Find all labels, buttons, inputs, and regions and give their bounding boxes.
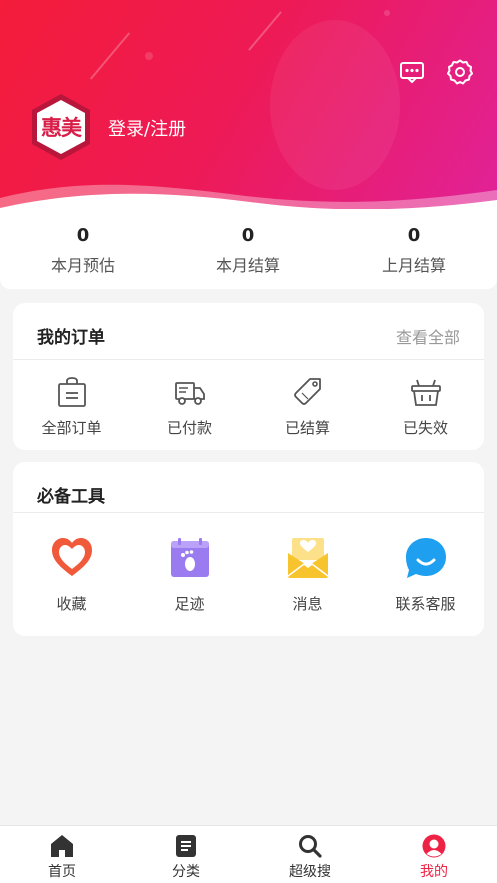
tool-label: 收藏 — [56, 595, 87, 613]
earnings-summary: 0 本月预估 0 本月结算 0 上月结算 — [0, 209, 497, 289]
header-decoration — [384, 10, 390, 16]
tab-home[interactable]: 首页 — [0, 834, 124, 881]
header-decoration — [248, 11, 282, 51]
tool-messages[interactable]: 消息 — [249, 536, 366, 614]
tab-label: 分类 — [172, 864, 200, 880]
envelope-icon — [287, 538, 328, 578]
chat-bubble-icon — [405, 538, 446, 578]
order-settled[interactable]: 已结算 — [249, 375, 366, 438]
basket-icon — [410, 379, 441, 406]
order-item-label: 全部订单 — [41, 419, 102, 437]
header-decoration — [89, 32, 131, 80]
view-all-orders-link[interactable]: 查看全部 — [396, 324, 460, 348]
stat-label: 本月结算 — [215, 256, 280, 275]
home-icon — [51, 835, 73, 857]
delivery-truck-icon — [174, 382, 205, 405]
tab-super-search[interactable]: 超级搜 — [248, 834, 372, 881]
list-icon — [176, 835, 196, 857]
essential-tools-card: 必备工具 收藏 足迹 消息 联系客服 — [13, 462, 484, 636]
tab-label: 我的 — [420, 864, 448, 880]
tab-label: 首页 — [48, 864, 76, 880]
tool-label: 消息 — [292, 595, 323, 613]
tool-favorites[interactable]: 收藏 — [13, 536, 130, 614]
stat-this-month-estimate[interactable]: 0 本月预估 — [0, 225, 166, 276]
profile-icon — [422, 834, 446, 858]
stat-value: 0 — [76, 225, 90, 246]
tool-customer-service[interactable]: 联系客服 — [367, 536, 484, 614]
tools-title: 必备工具 — [37, 487, 105, 507]
price-tag-icon — [293, 378, 321, 405]
orders-title: 我的订单 — [37, 328, 105, 348]
logo-text: 惠美 — [41, 116, 82, 140]
stat-this-month-settled[interactable]: 0 本月结算 — [165, 225, 331, 276]
tool-label: 足迹 — [174, 595, 205, 613]
gear-icon[interactable] — [446, 58, 474, 86]
tab-mine[interactable]: 我的 — [372, 834, 496, 881]
stat-value: 0 — [407, 225, 421, 246]
login-register-link[interactable]: 登录/注册 — [108, 115, 186, 141]
footprint-icon — [170, 538, 209, 577]
order-item-label: 已付款 — [166, 419, 212, 437]
stat-label: 上月结算 — [381, 256, 446, 275]
header-decoration — [145, 52, 153, 60]
header-decoration — [270, 20, 400, 190]
stat-last-month-settled[interactable]: 0 上月结算 — [331, 225, 497, 276]
order-paid[interactable]: 已付款 — [131, 375, 248, 438]
order-invalid[interactable]: 已失效 — [367, 375, 484, 438]
tool-footprints[interactable]: 足迹 — [131, 536, 248, 614]
order-item-label: 已失效 — [402, 419, 448, 437]
message-icon[interactable] — [398, 58, 426, 86]
stat-value: 0 — [241, 225, 255, 246]
search-icon — [299, 835, 322, 858]
shopping-bag-icon — [57, 377, 86, 407]
order-all[interactable]: 全部订单 — [13, 375, 130, 438]
my-orders-card: 我的订单 查看全部 全部订单 已付款 已结算 已失效 — [13, 303, 484, 450]
tab-category[interactable]: 分类 — [124, 834, 248, 881]
stat-label: 本月预估 — [50, 256, 115, 275]
heart-icon — [51, 538, 92, 576]
order-item-label: 已结算 — [284, 419, 330, 437]
tool-label: 联系客服 — [395, 595, 456, 613]
divider — [13, 359, 484, 360]
bottom-tab-bar: 首页 分类 超级搜 我的 — [0, 825, 497, 883]
tab-label: 超级搜 — [289, 864, 331, 880]
divider — [13, 512, 484, 513]
